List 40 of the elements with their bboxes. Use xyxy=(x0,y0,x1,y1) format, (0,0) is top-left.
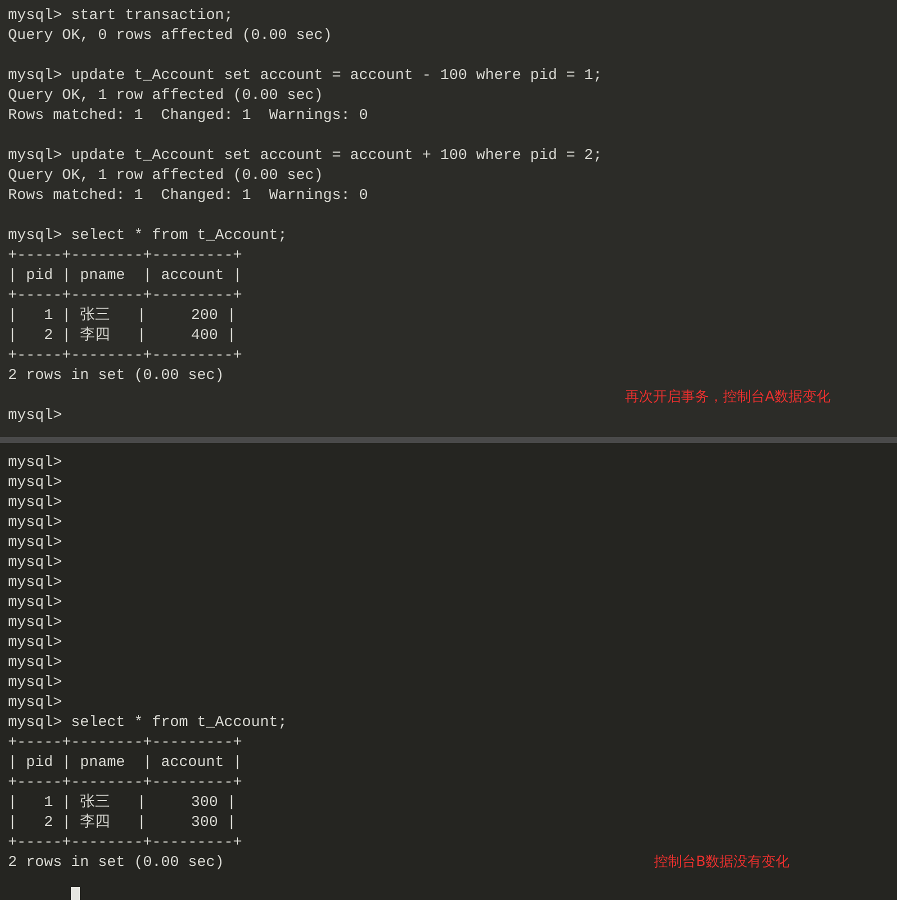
terminal-line: mysql> xyxy=(8,533,62,553)
terminal-line: mysql> xyxy=(8,513,62,533)
terminal-line: mysql> xyxy=(8,633,62,653)
terminal-line: Query OK, 0 rows affected (0.00 sec) xyxy=(8,26,332,46)
terminal-line: Rows matched: 1 Changed: 1 Warnings: 0 xyxy=(8,106,368,126)
terminal-line: Rows matched: 1 Changed: 1 Warnings: 0 xyxy=(8,186,368,206)
terminal-line: mysql> xyxy=(8,473,62,493)
terminal-line: mysql> xyxy=(8,673,62,693)
terminal-line: mysql> start transaction; xyxy=(8,6,234,26)
terminal-line: mysql> select * from t_Account; xyxy=(8,226,288,246)
annotation-text: 再次开启事务，控制台A数据变化 xyxy=(625,388,831,406)
terminal-line: Query OK, 1 row affected (0.00 sec) xyxy=(8,166,324,186)
terminal-line: +-----+--------+---------+ xyxy=(8,346,242,366)
terminal-line: +-----+--------+---------+ xyxy=(8,833,242,853)
terminal-line: +-----+--------+---------+ xyxy=(8,286,242,306)
terminal-line: mysql> update t_Account set account = account - 100 where pid = 1; xyxy=(8,66,602,86)
terminal-line: +-----+--------+---------+ xyxy=(8,733,242,753)
terminal-line: mysql> xyxy=(8,453,62,473)
terminal-line: | 2 | 李四 | 400 | xyxy=(8,326,236,346)
terminal-line: | 1 | 张三 | 200 | xyxy=(8,306,236,326)
terminal-line: 2 rows in set (0.00 sec) xyxy=(8,853,224,873)
terminal-line: mysql> xyxy=(8,613,62,633)
terminal-line: | 1 | 张三 | 300 | xyxy=(8,793,236,813)
terminal-line: +-----+--------+---------+ xyxy=(8,773,242,793)
terminal-line: +-----+--------+---------+ xyxy=(8,246,242,266)
annotation-text: 控制台B数据没有变化 xyxy=(654,853,790,871)
terminal-line: mysql> xyxy=(8,406,62,426)
terminal-line: mysql> xyxy=(8,593,62,613)
terminal-line: Query OK, 1 row affected (0.00 sec) xyxy=(8,86,324,106)
terminal-line: mysql> xyxy=(8,493,62,513)
terminal-line: | 2 | 李四 | 300 | xyxy=(8,813,236,833)
terminal-line: | pid | pname | account | xyxy=(8,753,242,773)
terminal-line: mysql> update t_Account set account = account + 100 where pid = 2; xyxy=(8,146,602,166)
terminal-line: mysql> xyxy=(8,553,62,573)
terminal-line: mysql> xyxy=(8,573,62,593)
terminal-line: 2 rows in set (0.00 sec) xyxy=(8,366,224,386)
terminal-line: mysql> xyxy=(8,653,62,673)
terminal-line: mysql> xyxy=(8,693,62,713)
terminal-line: mysql> select * from t_Account; xyxy=(8,713,288,733)
terminal-line: | pid | pname | account | xyxy=(8,266,242,286)
